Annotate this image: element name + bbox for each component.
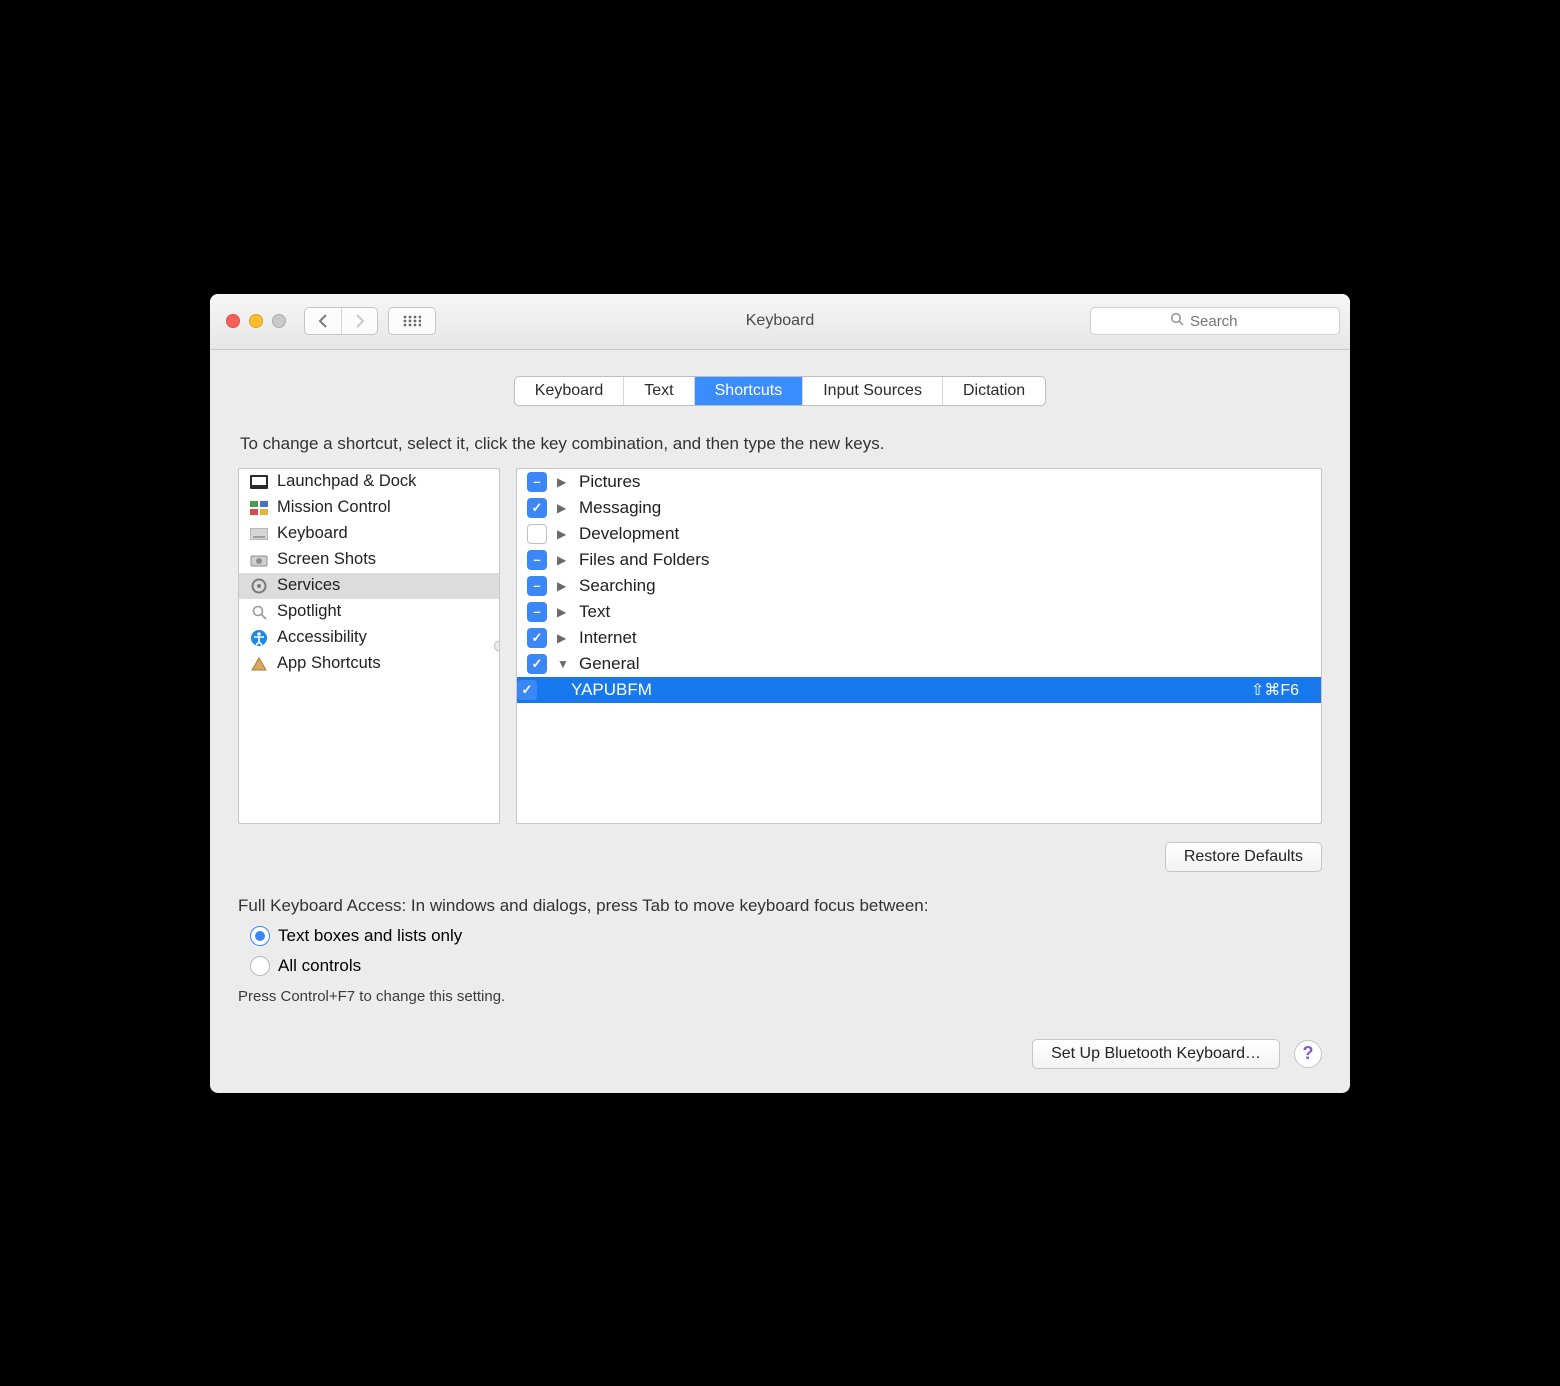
minimize-button[interactable] [249, 314, 263, 328]
sidebar-item-spotlight[interactable]: Spotlight [239, 599, 499, 625]
service-group-searching[interactable]: – ▶ Searching [517, 573, 1321, 599]
tab-bar: Keyboard Text Shortcuts Input Sources Di… [238, 376, 1322, 406]
sidebar-item-label: App Shortcuts [277, 654, 381, 673]
sidebar-item-services[interactable]: Services [239, 573, 499, 599]
services-list[interactable]: – ▶ Pictures ✓ ▶ Messaging ▶ Development… [516, 468, 1322, 824]
gear-icon [249, 576, 269, 596]
radio-label: Text boxes and lists only [278, 926, 462, 946]
sidebar-item-label: Keyboard [277, 524, 348, 543]
group-label: General [579, 654, 639, 674]
zoom-button[interactable] [272, 314, 286, 328]
disclosure-icon[interactable]: ▶ [557, 605, 569, 619]
pane-resize-handle[interactable] [494, 640, 500, 652]
search-input[interactable] [1190, 313, 1260, 330]
group-label: Files and Folders [579, 550, 709, 570]
sidebar-item-accessibility[interactable]: Accessibility [239, 625, 499, 651]
instruction-text: To change a shortcut, select it, click t… [240, 434, 1322, 454]
sidebar-item-screenshots[interactable]: Screen Shots [239, 547, 499, 573]
sidebar-item-label: Services [277, 576, 340, 595]
tab-shortcuts[interactable]: Shortcuts [694, 377, 803, 405]
checkbox-checked[interactable]: ✓ [527, 498, 547, 518]
sidebar-item-label: Launchpad & Dock [277, 472, 416, 491]
nav-buttons [304, 307, 378, 335]
fka-heading: Full Keyboard Access: In windows and dia… [238, 896, 1322, 916]
service-group-messaging[interactable]: ✓ ▶ Messaging [517, 495, 1321, 521]
sidebar-item-keyboard[interactable]: Keyboard [239, 521, 499, 547]
titlebar: Keyboard [210, 294, 1350, 350]
sidebar-item-label: Accessibility [277, 628, 367, 647]
service-item-selected[interactable]: ✓ YAPUBFM ⇧⌘F6 [517, 677, 1321, 703]
sidebar-item-label: Mission Control [277, 498, 391, 517]
camera-icon [249, 550, 269, 570]
service-group-text[interactable]: – ▶ Text [517, 599, 1321, 625]
radio-text-boxes[interactable]: Text boxes and lists only [250, 926, 1322, 946]
radio-label: All controls [278, 956, 361, 976]
group-label: Text [579, 602, 610, 622]
checkbox-mixed[interactable]: – [527, 472, 547, 492]
window-controls [226, 314, 286, 328]
group-label: Development [579, 524, 679, 544]
sidebar-item-mission-control[interactable]: Mission Control [239, 495, 499, 521]
tab-input-sources[interactable]: Input Sources [802, 377, 942, 405]
disclosure-icon[interactable]: ▶ [557, 631, 569, 645]
sidebar-item-app-shortcuts[interactable]: App Shortcuts [239, 651, 499, 677]
show-all-button[interactable] [388, 307, 436, 335]
service-group-internet[interactable]: ✓ ▶ Internet [517, 625, 1321, 651]
tab-text[interactable]: Text [623, 377, 693, 405]
fka-hint: Press Control+F7 to change this setting. [238, 988, 1322, 1005]
disclosure-icon[interactable]: ▶ [557, 553, 569, 567]
tab-dictation[interactable]: Dictation [942, 377, 1045, 405]
tab-keyboard[interactable]: Keyboard [515, 377, 624, 405]
service-group-files[interactable]: – ▶ Files and Folders [517, 547, 1321, 573]
disclosure-icon[interactable]: ▶ [557, 527, 569, 541]
checkbox-mixed[interactable]: – [527, 602, 547, 622]
search-field[interactable] [1090, 307, 1340, 335]
restore-defaults-button[interactable]: Restore Defaults [1165, 842, 1322, 872]
disclosure-icon[interactable]: ▶ [557, 579, 569, 593]
mission-control-icon [249, 498, 269, 518]
preferences-window: Keyboard Keyboard Text Shortcuts Input S… [210, 294, 1350, 1093]
shortcut-value[interactable]: ⇧⌘F6 [1251, 680, 1311, 700]
disclosure-icon[interactable]: ▶ [557, 475, 569, 489]
bluetooth-keyboard-button[interactable]: Set Up Bluetooth Keyboard… [1032, 1039, 1280, 1069]
accessibility-icon [249, 628, 269, 648]
sidebar-item-launchpad[interactable]: Launchpad & Dock [239, 469, 499, 495]
checkbox-mixed[interactable]: – [527, 550, 547, 570]
category-list[interactable]: Launchpad & Dock Mission Control Keyboar… [238, 468, 500, 824]
group-label: Searching [579, 576, 656, 596]
checkbox-checked[interactable]: ✓ [517, 680, 537, 700]
content: Keyboard Text Shortcuts Input Sources Di… [210, 350, 1350, 1093]
back-button[interactable] [305, 308, 341, 334]
service-group-pictures[interactable]: – ▶ Pictures [517, 469, 1321, 495]
search-icon [1170, 312, 1184, 331]
checkbox-unchecked[interactable] [527, 524, 547, 544]
forward-button[interactable] [341, 308, 377, 334]
disclosure-icon[interactable]: ▼ [557, 657, 569, 671]
disclosure-icon[interactable]: ▶ [557, 501, 569, 515]
checkbox-checked[interactable]: ✓ [527, 654, 547, 674]
close-button[interactable] [226, 314, 240, 328]
spotlight-icon [249, 602, 269, 622]
checkbox-mixed[interactable]: – [527, 576, 547, 596]
help-button[interactable]: ? [1294, 1040, 1322, 1068]
launchpad-icon [249, 472, 269, 492]
service-label: YAPUBFM [571, 680, 652, 700]
radio-button[interactable] [250, 956, 270, 976]
radio-all-controls[interactable]: All controls [250, 956, 1322, 976]
checkbox-checked[interactable]: ✓ [527, 628, 547, 648]
group-label: Messaging [579, 498, 661, 518]
radio-button[interactable] [250, 926, 270, 946]
group-label: Pictures [579, 472, 640, 492]
app-shortcuts-icon [249, 654, 269, 674]
service-group-general[interactable]: ✓ ▼ General [517, 651, 1321, 677]
sidebar-item-label: Screen Shots [277, 550, 376, 569]
sidebar-item-label: Spotlight [277, 602, 341, 621]
keyboard-icon [249, 524, 269, 544]
service-group-development[interactable]: ▶ Development [517, 521, 1321, 547]
group-label: Internet [579, 628, 637, 648]
